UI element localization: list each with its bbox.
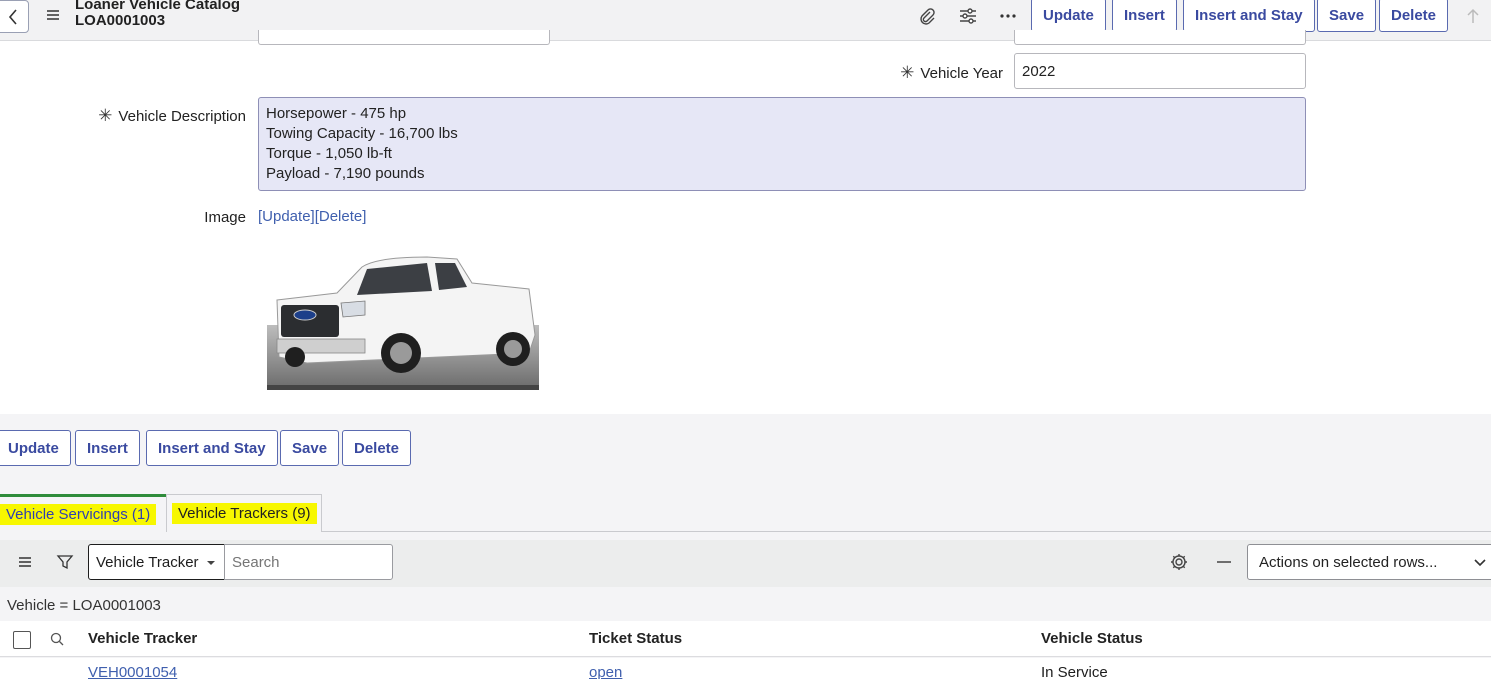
image-update-link[interactable]: [Update] xyxy=(258,208,315,225)
paperclip-icon[interactable] xyxy=(916,5,938,27)
cut-off-field-right[interactable] xyxy=(1014,30,1306,45)
back-chevron-icon xyxy=(8,8,17,25)
tab-vehicle-servicings[interactable]: Vehicle Servicings (1) xyxy=(0,494,166,532)
description-line: Payload - 7,190 pounds xyxy=(266,165,425,182)
sliders-icon[interactable] xyxy=(957,5,979,27)
header-insert-and-stay-button[interactable]: Insert and Stay xyxy=(1183,0,1315,32)
header-insert-button[interactable]: Insert xyxy=(1112,0,1177,32)
record-number: LOA0001003 xyxy=(75,12,166,29)
header-update-button[interactable]: Update xyxy=(1031,0,1106,32)
required-asterisk-icon: ✳ xyxy=(98,106,113,125)
description-line: Towing Capacity - 16,700 lbs xyxy=(266,125,458,142)
vehicle-description-label: ✳ Vehicle Description xyxy=(98,106,246,125)
vehicle-year-input[interactable]: 2022 xyxy=(1014,53,1306,89)
delete-button[interactable]: Delete xyxy=(342,430,412,466)
image-links: [Update][Delete] xyxy=(258,208,366,225)
list-search-input[interactable] xyxy=(224,544,393,580)
vehicle-tracker-link[interactable]: VEH0001054 xyxy=(88,664,177,679)
search-field-select[interactable]: Vehicle Tracker xyxy=(88,544,225,580)
chevron-down-icon xyxy=(1474,559,1486,567)
tab-divider xyxy=(322,531,1491,532)
vehicle-description-textarea[interactable]: Horsepower - 475 hp Towing Capacity - 16… xyxy=(258,97,1306,191)
tab-vehicle-trackers[interactable]: Vehicle Trackers (9) xyxy=(166,494,322,532)
required-asterisk-icon: ✳ xyxy=(900,63,915,82)
table-row xyxy=(0,658,1491,679)
list-menu-icon[interactable] xyxy=(14,551,36,573)
header-save-button[interactable]: Save xyxy=(1317,0,1377,32)
header-delete-button[interactable]: Delete xyxy=(1379,0,1449,32)
record-title: Loaner Vehicle Catalog LOA0001003 xyxy=(75,0,240,29)
update-button[interactable]: Update xyxy=(0,430,71,466)
hamburger-menu-icon[interactable] xyxy=(44,6,62,24)
description-line: Horsepower - 475 hp xyxy=(266,105,407,122)
dropdown-caret-icon xyxy=(207,561,215,565)
select-all-checkbox[interactable] xyxy=(13,631,31,649)
save-button[interactable]: Save xyxy=(280,430,340,466)
vehicle-year-label: ✳ Vehicle Year xyxy=(900,63,1003,82)
column-header-ticket-status[interactable]: Ticket Status xyxy=(589,630,682,647)
cut-off-field-left[interactable] xyxy=(258,30,550,45)
gear-icon[interactable] xyxy=(1168,551,1190,573)
filter-funnel-icon[interactable] xyxy=(54,551,76,573)
vehicle-status-cell: In Service xyxy=(1041,664,1108,679)
image-label: Image xyxy=(204,209,246,226)
tab-label: Vehicle Servicings (1) xyxy=(0,504,157,525)
tab-label: Vehicle Trackers (9) xyxy=(172,503,317,524)
ticket-status-link[interactable]: open xyxy=(589,664,622,679)
insert-button[interactable]: Insert xyxy=(75,430,140,466)
column-header-vehicle-status[interactable]: Vehicle Status xyxy=(1041,630,1143,647)
image-delete-link[interactable]: [Delete] xyxy=(315,208,367,225)
table-header xyxy=(0,621,1491,657)
actions-on-selected-rows-select[interactable]: Actions on selected rows... xyxy=(1247,544,1491,580)
column-header-vehicle-tracker[interactable]: Vehicle Tracker xyxy=(88,630,197,647)
collapse-minus-icon[interactable] xyxy=(1213,551,1235,573)
column-search-icon[interactable] xyxy=(46,628,68,650)
description-line: Torque - 1,050 lb-ft xyxy=(266,145,392,162)
filter-breadcrumb[interactable]: Vehicle = LOA0001003 xyxy=(7,597,161,614)
vehicle-image xyxy=(267,256,539,390)
scroll-up-arrow-icon[interactable] xyxy=(1462,5,1484,27)
back-button[interactable] xyxy=(0,0,29,33)
insert-and-stay-button[interactable]: Insert and Stay xyxy=(146,430,278,466)
more-dots-icon[interactable] xyxy=(997,5,1019,27)
